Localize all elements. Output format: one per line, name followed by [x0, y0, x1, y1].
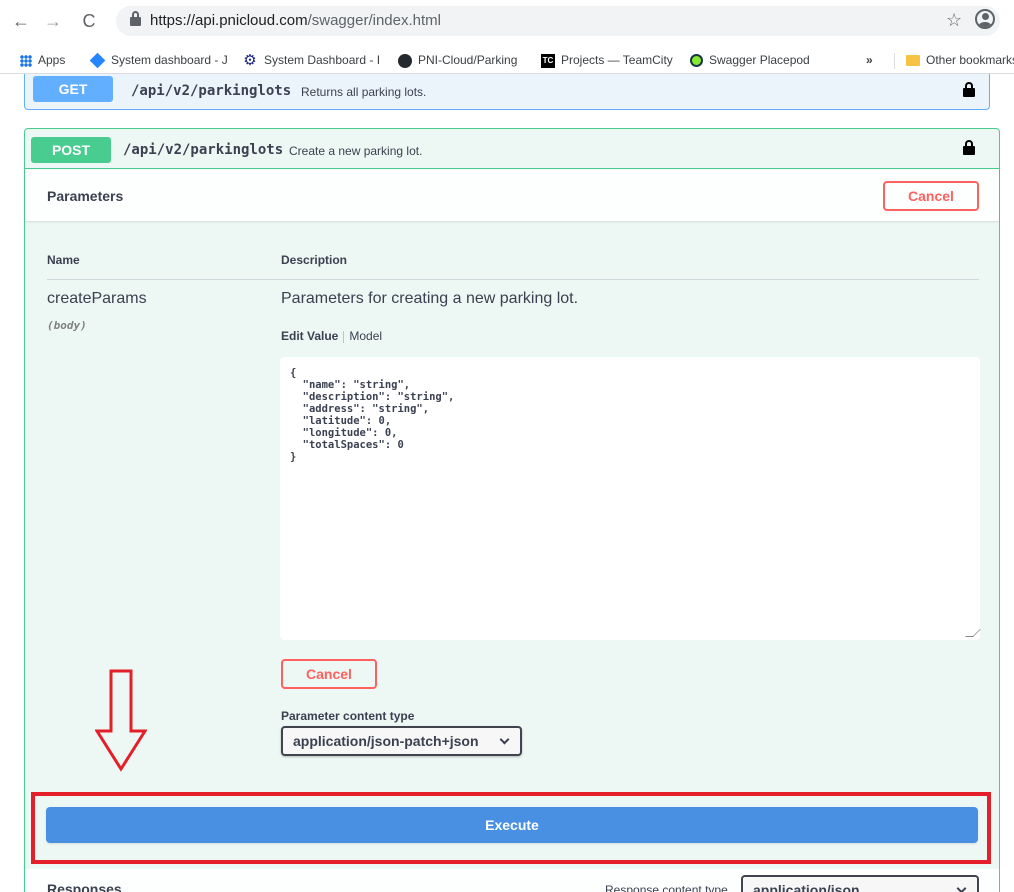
post-path: /api/v2/parkinglots: [123, 142, 284, 158]
folder-icon: [906, 55, 920, 67]
forward-button[interactable]: →: [40, 8, 66, 34]
parameter-description: Parameters for creating a new parking lo…: [281, 290, 579, 307]
chevron-down-icon: [956, 883, 967, 892]
tab-edit-value[interactable]: Edit Value: [281, 329, 338, 343]
column-header-description: Description: [281, 253, 348, 267]
back-button[interactable]: ←: [8, 8, 34, 34]
browser-toolbar: ← → C https://api.pnicloud.com/swagger/i…: [0, 0, 1014, 46]
annotation-highlight-box: [31, 792, 991, 864]
bookmark-pni-cloud-parking[interactable]: PNI-Cloud/Parking: [398, 51, 517, 69]
bookmark-system-dashboard-i[interactable]: ⚙ System Dashboard - I: [242, 51, 380, 69]
responses-title: Responses: [47, 881, 122, 892]
parameter-name: createParams: [47, 290, 147, 307]
get-path: /api/v2/parkinglots: [131, 83, 292, 99]
bookmark-system-dashboard-j[interactable]: System dashboard - J: [89, 51, 228, 69]
swagger-icon: [690, 54, 703, 68]
account-icon[interactable]: [975, 9, 995, 29]
secure-lock-icon[interactable]: [130, 11, 141, 26]
swagger-content: GET /api/v2/parkinglots Returns all park…: [0, 74, 1014, 892]
jira-diamond-icon: [89, 53, 106, 69]
body-param-tabs: Edit Value Model: [281, 329, 382, 343]
bookmark-other-bookmarks[interactable]: Other bookmarks: [906, 51, 1014, 69]
bookmark-teamcity[interactable]: TC Projects — TeamCity: [541, 51, 673, 69]
post-summary: Create a new parking lot.: [289, 144, 423, 158]
bookmark-star-icon[interactable]: ☆: [946, 10, 962, 31]
github-icon: [398, 53, 412, 68]
parameter-content-type-select[interactable]: application/json-patch+json: [281, 726, 522, 756]
teamcity-icon: TC: [541, 53, 555, 68]
dashboard-gear-icon: ⚙: [243, 51, 257, 69]
tab-model[interactable]: Model: [349, 329, 382, 343]
post-parkinglots-block: POST /api/v2/parkinglots Create a new pa…: [24, 128, 1000, 892]
post-summary-bar[interactable]: POST /api/v2/parkinglots Create a new pa…: [25, 129, 999, 169]
column-header-name: Name: [47, 253, 80, 267]
get-parkinglots-block[interactable]: GET /api/v2/parkinglots Returns all park…: [24, 74, 990, 110]
parameters-header: Parameters Cancel: [25, 169, 999, 221]
apps-grid-icon: [20, 54, 32, 67]
parameters-title: Parameters: [47, 188, 124, 204]
parameter-location: (body): [47, 319, 87, 332]
bookmarks-overflow-button[interactable]: »: [866, 51, 873, 69]
get-summary: Returns all parking lots.: [301, 85, 427, 99]
bookmarks-divider: [894, 53, 895, 69]
bookmarks-bar: Apps System dashboard - J ⚙ System Dashbo…: [0, 46, 1014, 74]
parameter-content-type-label: Parameter content type: [281, 709, 415, 723]
url-text: https://api.pnicloud.com/swagger/index.h…: [150, 12, 441, 29]
cancel-try-out-button[interactable]: Cancel: [883, 181, 979, 211]
bookmark-swagger-placepod[interactable]: Swagger Placepod: [690, 51, 810, 69]
authorization-lock-icon[interactable]: [963, 140, 975, 155]
reload-button[interactable]: C: [76, 8, 102, 34]
method-badge-get: GET: [33, 76, 113, 102]
parameter-content-type-value: application/json-patch+json: [293, 733, 479, 749]
authorization-lock-icon[interactable]: [963, 82, 975, 97]
chevron-down-icon: [499, 734, 510, 745]
responses-header: Responses Response content type applicat…: [25, 869, 999, 892]
tab-divider: [343, 330, 345, 343]
column-header-divider: [47, 279, 979, 280]
cancel-edit-button[interactable]: Cancel: [281, 659, 377, 689]
annotation-arrow-icon: [95, 669, 147, 772]
bookmark-apps[interactable]: Apps: [20, 51, 65, 69]
response-content-type-select[interactable]: application/json: [741, 875, 979, 892]
method-badge-post: POST: [31, 137, 111, 163]
address-bar[interactable]: https://api.pnicloud.com/swagger/index.h…: [116, 6, 1000, 36]
request-body-editor[interactable]: { "name": "string", "description": "stri…: [280, 357, 980, 640]
response-content-type-label: Response content type: [605, 883, 728, 892]
response-content-type-value: application/json: [753, 882, 860, 892]
